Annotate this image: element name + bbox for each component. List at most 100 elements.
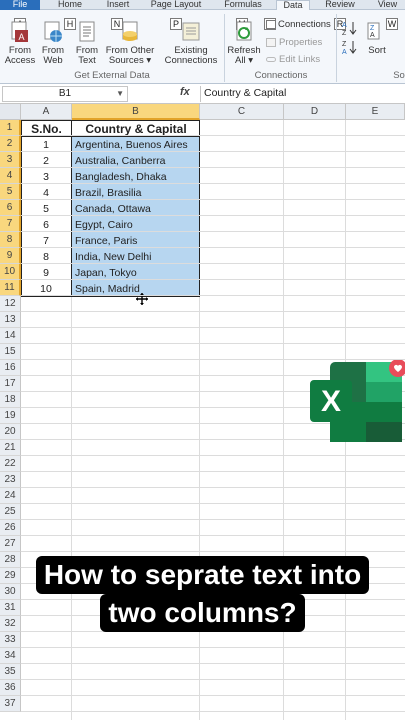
column-header-c[interactable]: C	[200, 104, 284, 120]
row-header-15[interactable]: 15	[0, 344, 21, 360]
gridline	[21, 663, 405, 664]
group-label-sort-filter: So	[393, 70, 405, 81]
row-header-19[interactable]: 19	[0, 408, 21, 424]
row-header-11[interactable]: 11	[0, 280, 21, 296]
select-all-corner[interactable]	[0, 104, 21, 120]
row-header-6[interactable]: 6	[0, 200, 21, 216]
from-web-label-2: Web	[43, 55, 63, 66]
gridline	[21, 215, 405, 216]
row-header-16[interactable]: 16	[0, 360, 21, 376]
row-header-3[interactable]: 3	[0, 152, 21, 168]
row-header-34[interactable]: 34	[0, 648, 21, 664]
from-other-sources-button[interactable]: From Other Sources ▾	[104, 20, 156, 66]
tab-page-layout[interactable]: Page Layout	[146, 0, 206, 10]
row-header-14[interactable]: 14	[0, 328, 21, 344]
tab-home[interactable]: Home	[50, 0, 90, 10]
gridline	[21, 647, 405, 648]
edit-links-button[interactable]: Edit Links	[266, 53, 320, 66]
insert-function-icon[interactable]: fx	[180, 86, 190, 98]
group-label-get-external-data: Get External Data	[74, 70, 150, 81]
group-separator	[336, 14, 337, 82]
from-web-button[interactable]: From Web	[38, 20, 68, 66]
edit-links-icon	[266, 56, 276, 62]
svg-text:A: A	[342, 22, 347, 29]
tab-data[interactable]: Data	[276, 0, 310, 10]
row-header-37[interactable]: 37	[0, 696, 21, 712]
row-header-20[interactable]: 20	[0, 424, 21, 440]
row-header-25[interactable]: 25	[0, 504, 21, 520]
row-header-35[interactable]: 35	[0, 664, 21, 680]
gridline	[21, 503, 405, 504]
sort-button[interactable]: Z A Sort	[364, 20, 390, 56]
edit-links-label: Edit Links	[279, 54, 321, 65]
row-header-5[interactable]: 5	[0, 184, 21, 200]
tab-insert[interactable]: Insert	[100, 0, 136, 10]
refresh-all-button[interactable]: Refresh All ▾	[226, 20, 262, 66]
refresh-icon	[236, 21, 252, 41]
row-header-12[interactable]: 12	[0, 296, 21, 312]
row-header-24[interactable]: 24	[0, 488, 21, 504]
row-header-13[interactable]: 13	[0, 312, 21, 328]
row-header-2[interactable]: 2	[0, 136, 21, 152]
gridline	[21, 711, 405, 712]
tab-view[interactable]: View	[370, 0, 405, 10]
row-header-4[interactable]: 4	[0, 168, 21, 184]
row-header-27[interactable]: 27	[0, 536, 21, 552]
row-header-26[interactable]: 26	[0, 520, 21, 536]
row-header-9[interactable]: 9	[0, 248, 21, 264]
from-access-label-2: Access	[4, 55, 36, 66]
row-header-7[interactable]: 7	[0, 216, 21, 232]
row-header-18[interactable]: 18	[0, 392, 21, 408]
svg-text:A: A	[18, 32, 24, 42]
properties-button[interactable]: Properties	[266, 36, 322, 49]
from-access-button[interactable]: A From Access	[2, 20, 38, 66]
connections-icon	[266, 19, 276, 29]
row-header-10[interactable]: 10	[0, 264, 21, 280]
tab-review[interactable]: Review	[320, 0, 360, 10]
gridline	[21, 231, 405, 232]
row-header-1[interactable]: 1	[0, 120, 21, 136]
column-header-d[interactable]: D	[284, 104, 346, 120]
gridline	[21, 343, 405, 344]
column-header-e[interactable]: E	[346, 104, 405, 120]
column-header-b[interactable]: B	[72, 104, 200, 120]
text-file-icon	[79, 21, 95, 42]
row-header-21[interactable]: 21	[0, 440, 21, 456]
properties-label: Properties	[279, 37, 323, 48]
row-header-33[interactable]: 33	[0, 632, 21, 648]
row-header-22[interactable]: 22	[0, 456, 21, 472]
data-ribbon: A H N P M A R W A From Access From Web F…	[0, 10, 405, 84]
tab-formulas[interactable]: Formulas	[218, 0, 268, 10]
gridline	[21, 183, 405, 184]
existing-connections-button[interactable]: Existing Connections	[162, 20, 220, 66]
sort-icon: Z A	[367, 22, 380, 40]
connections-button[interactable]: Connections	[266, 18, 331, 31]
sort-za-icon: Z A	[342, 41, 357, 56]
row-header-36[interactable]: 36	[0, 680, 21, 696]
from-other-label-2: Sources ▾	[108, 55, 152, 66]
formula-bar: B1 ▼ fx Country & Capital	[0, 84, 405, 104]
sort-a-z-button[interactable]: A Z Z A	[340, 20, 360, 58]
sort-az-icon: A Z	[342, 22, 357, 37]
gridline	[21, 519, 405, 520]
row-header-8[interactable]: 8	[0, 232, 21, 248]
name-box-dropdown-icon[interactable]: ▼	[116, 87, 124, 101]
gridline	[21, 151, 405, 152]
web-icon	[44, 21, 62, 42]
column-header-a[interactable]: A	[21, 104, 72, 120]
other-sources-icon	[122, 21, 138, 41]
gridline	[21, 167, 405, 168]
row-header-23[interactable]: 23	[0, 472, 21, 488]
formula-input[interactable]: Country & Capital	[200, 86, 405, 102]
name-box[interactable]: B1 ▼	[2, 86, 128, 102]
svg-text:Z: Z	[342, 30, 347, 36]
group-separator	[224, 14, 225, 82]
gridline	[21, 679, 405, 680]
from-text-button[interactable]: From Text	[72, 20, 102, 66]
gridline	[21, 311, 405, 312]
tab-file[interactable]: File	[0, 0, 40, 10]
group-label-connections: Connections	[254, 70, 308, 81]
caption-line-2-wrap: two columns?	[0, 594, 405, 632]
row-header-17[interactable]: 17	[0, 376, 21, 392]
gridline	[21, 295, 405, 296]
